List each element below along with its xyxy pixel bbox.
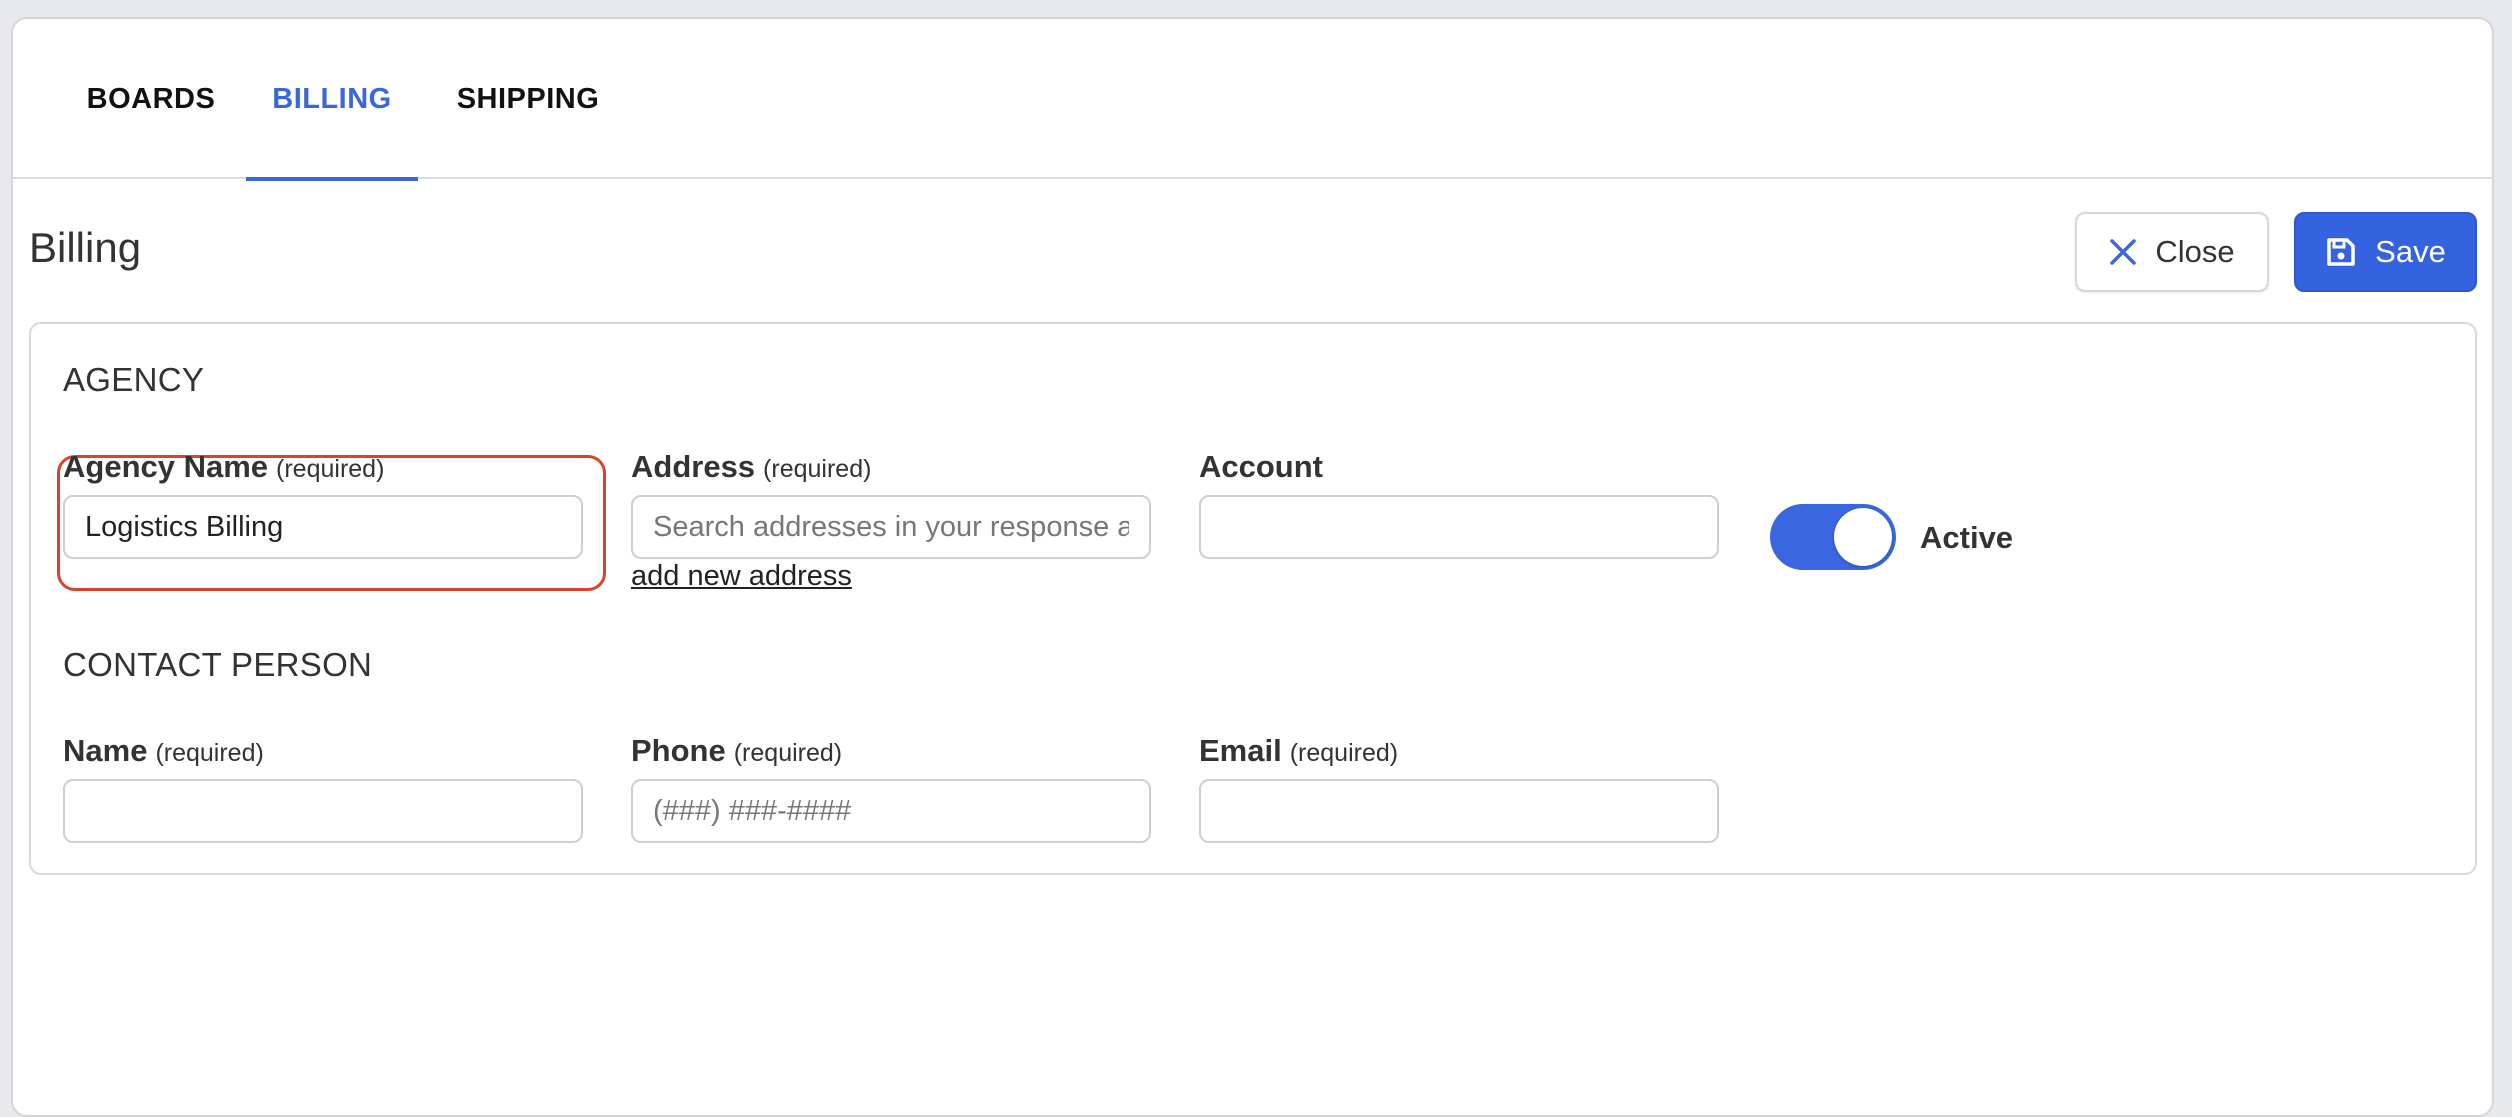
agency-name-label: Agency Name (required) — [63, 449, 384, 485]
add-new-address-link[interactable]: add new address — [631, 560, 852, 593]
email-label-text: Email — [1199, 733, 1282, 768]
agency-name-label-text: Agency Name — [63, 449, 269, 484]
toggle-knob — [1834, 508, 1892, 566]
email-input[interactable] — [1199, 779, 1719, 843]
phone-input[interactable] — [631, 779, 1151, 843]
tab-bar: BOARDS BILLING SHIPPING — [13, 19, 2492, 181]
phone-label-text: Phone — [631, 733, 726, 768]
account-input[interactable] — [1199, 495, 1719, 559]
agency-name-input[interactable] — [63, 495, 583, 559]
phone-label: Phone (required) — [631, 733, 842, 769]
tab-shipping[interactable]: SHIPPING — [443, 19, 613, 179]
save-button[interactable]: Save — [2294, 212, 2477, 292]
close-button-label: Close — [2155, 234, 2235, 269]
contact-name-label-text: Name — [63, 733, 148, 768]
active-toggle[interactable] — [1770, 504, 1896, 570]
floppy-disk-icon — [2325, 236, 2357, 268]
contact-name-input[interactable] — [63, 779, 583, 843]
email-required: (required) — [1289, 739, 1399, 767]
address-required: (required) — [763, 455, 872, 483]
contact-name-required: (required) — [155, 739, 264, 767]
save-button-label: Save — [2375, 234, 2446, 269]
email-label: Email (required) — [1199, 733, 1398, 769]
address-search-input[interactable] — [631, 495, 1151, 559]
tab-boards[interactable]: BOARDS — [81, 19, 221, 179]
page-title: Billing — [29, 224, 142, 271]
active-toggle-label: Active — [1920, 520, 2014, 555]
address-label: Address (required) — [631, 449, 871, 485]
tab-billing[interactable]: BILLING — [246, 19, 418, 181]
close-icon — [2109, 238, 2137, 266]
address-label-text: Address — [631, 449, 756, 484]
contact-section-title: CONTACT PERSON — [63, 646, 373, 683]
billing-panel: BOARDS BILLING SHIPPING Billing Close Sa… — [11, 17, 2494, 1117]
agency-name-required: (required) — [276, 455, 385, 483]
contact-name-label: Name (required) — [63, 733, 264, 769]
close-button[interactable]: Close — [2075, 212, 2269, 292]
phone-required: (required) — [733, 739, 843, 767]
agency-section-title: AGENCY — [63, 361, 205, 398]
account-label: Account — [1199, 449, 1323, 484]
